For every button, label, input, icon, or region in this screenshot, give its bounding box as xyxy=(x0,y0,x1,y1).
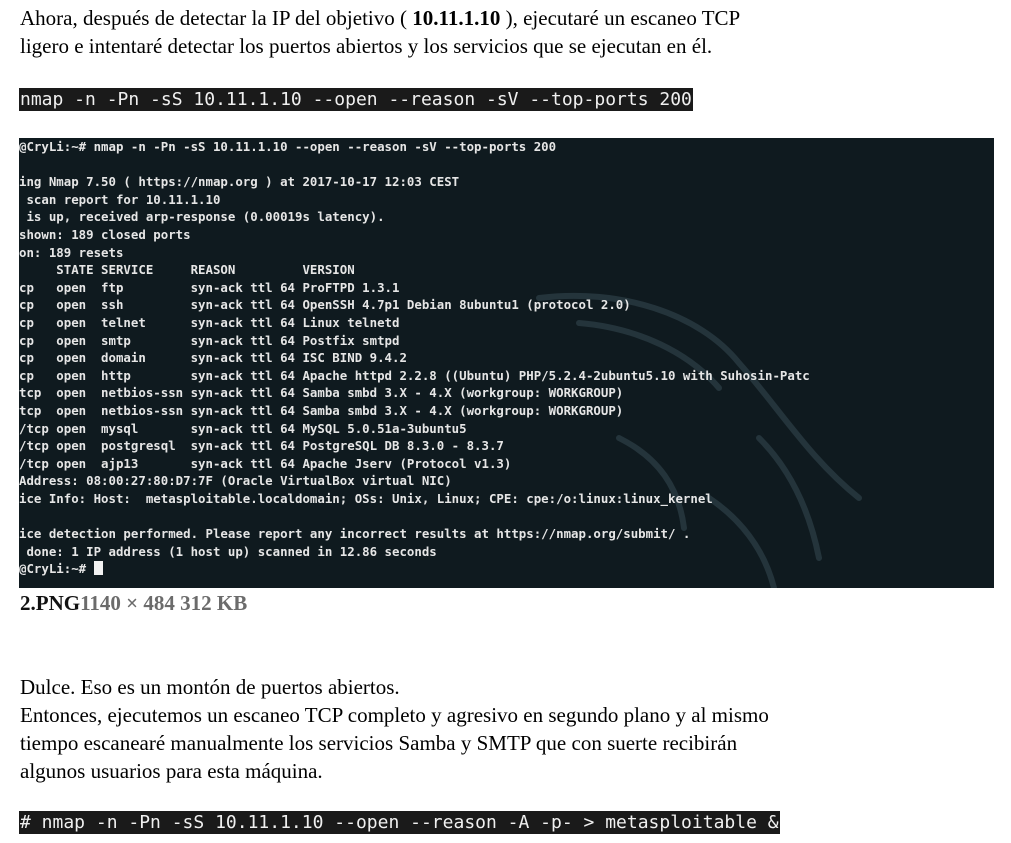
terminal-screenshot: @CryLi:~# nmap -n -Pn -sS 10.11.1.10 --o… xyxy=(19,138,994,588)
terminal-line: STATE SERVICE REASON VERSION xyxy=(19,262,355,278)
intro-line-1: Ahora, después de detectar la IP del obj… xyxy=(20,4,740,32)
terminal-line: cp open ftp syn-ack ttl 64 ProFTPD 1.3.1 xyxy=(19,279,400,295)
terminal-line: Address: 08:00:27:80:D7:7F (Oracle Virtu… xyxy=(19,473,452,489)
terminal-line: cp open domain syn-ack ttl 64 ISC BIND 9… xyxy=(19,350,407,366)
terminal-line: scan report for 10.11.1.10 xyxy=(19,191,221,207)
terminal-line: tcp open netbios-ssn syn-ack ttl 64 Samb… xyxy=(19,385,624,401)
terminal-line: tcp open netbios-ssn syn-ack ttl 64 Samb… xyxy=(19,402,624,418)
body-line-4: algunos usuarios para esta máquina. xyxy=(20,759,323,783)
image-caption: 2.PNG1140 × 484 312 KB xyxy=(20,590,247,616)
terminal-line: /tcp open ajp13 syn-ack ttl 64 Apache Js… xyxy=(19,455,512,471)
body-line-1: Dulce. Eso es un montón de puertos abier… xyxy=(20,675,400,699)
terminal-line: on: 189 resets xyxy=(19,244,124,260)
body-paragraph: Dulce. Eso es un montón de puertos abier… xyxy=(20,673,769,785)
image-dimensions-size: 1140 × 484 312 KB xyxy=(80,591,248,615)
terminal-line: /tcp open mysql syn-ack ttl 64 MySQL 5.0… xyxy=(19,420,467,436)
terminal-cursor xyxy=(93,561,103,576)
image-filename: 2.PNG xyxy=(20,591,81,615)
intro-line-2: ligero e intentaré detectar los puertos … xyxy=(20,34,713,58)
terminal-line: done: 1 IP address (1 host up) scanned i… xyxy=(19,543,437,559)
terminal-line: cp open ssh syn-ack ttl 64 OpenSSH 4.7p1… xyxy=(19,297,631,313)
command-block-full-scan: # nmap -n -Pn -sS 10.11.1.10 --open --re… xyxy=(19,811,780,834)
terminal-line: @CryLi:~# xyxy=(19,560,810,578)
terminal-line: cp open http syn-ack ttl 64 Apache httpd… xyxy=(19,367,810,383)
terminal-line: cp open smtp syn-ack ttl 64 Postfix smtp… xyxy=(19,332,400,348)
target-ip: 10.11.1.10 xyxy=(412,6,501,30)
terminal-output: @CryLi:~# nmap -n -Pn -sS 10.11.1.10 --o… xyxy=(19,138,810,578)
intro-text-after-ip: ), ejecutaré un escaneo TCP xyxy=(500,6,741,30)
intro-text-before-ip: Ahora, después de detectar la IP del obj… xyxy=(20,6,413,30)
terminal-line: ice Info: Host: metasploitable.localdoma… xyxy=(19,490,713,506)
body-line-3: tiempo escanearé manualmente los servici… xyxy=(20,731,738,755)
body-line-2: Entonces, ejecutemos un escaneo TCP comp… xyxy=(20,703,769,727)
terminal-line: ice detection performed. Please report a… xyxy=(19,526,691,542)
terminal-line: ing Nmap 7.50 ( https://nmap.org ) at 20… xyxy=(19,174,460,190)
terminal-line: is up, received arp-response (0.00019s l… xyxy=(19,209,385,225)
command-block-light-scan: nmap -n -Pn -sS 10.11.1.10 --open --reas… xyxy=(19,88,693,111)
terminal-line: /tcp open postgresql syn-ack ttl 64 Post… xyxy=(19,438,504,454)
terminal-line: shown: 189 closed ports xyxy=(19,226,191,242)
terminal-line: cp open telnet syn-ack ttl 64 Linux teln… xyxy=(19,314,400,330)
intro-paragraph: Ahora, después de detectar la IP del obj… xyxy=(20,4,740,60)
terminal-line: @CryLi:~# nmap -n -Pn -sS 10.11.1.10 --o… xyxy=(19,139,557,154)
